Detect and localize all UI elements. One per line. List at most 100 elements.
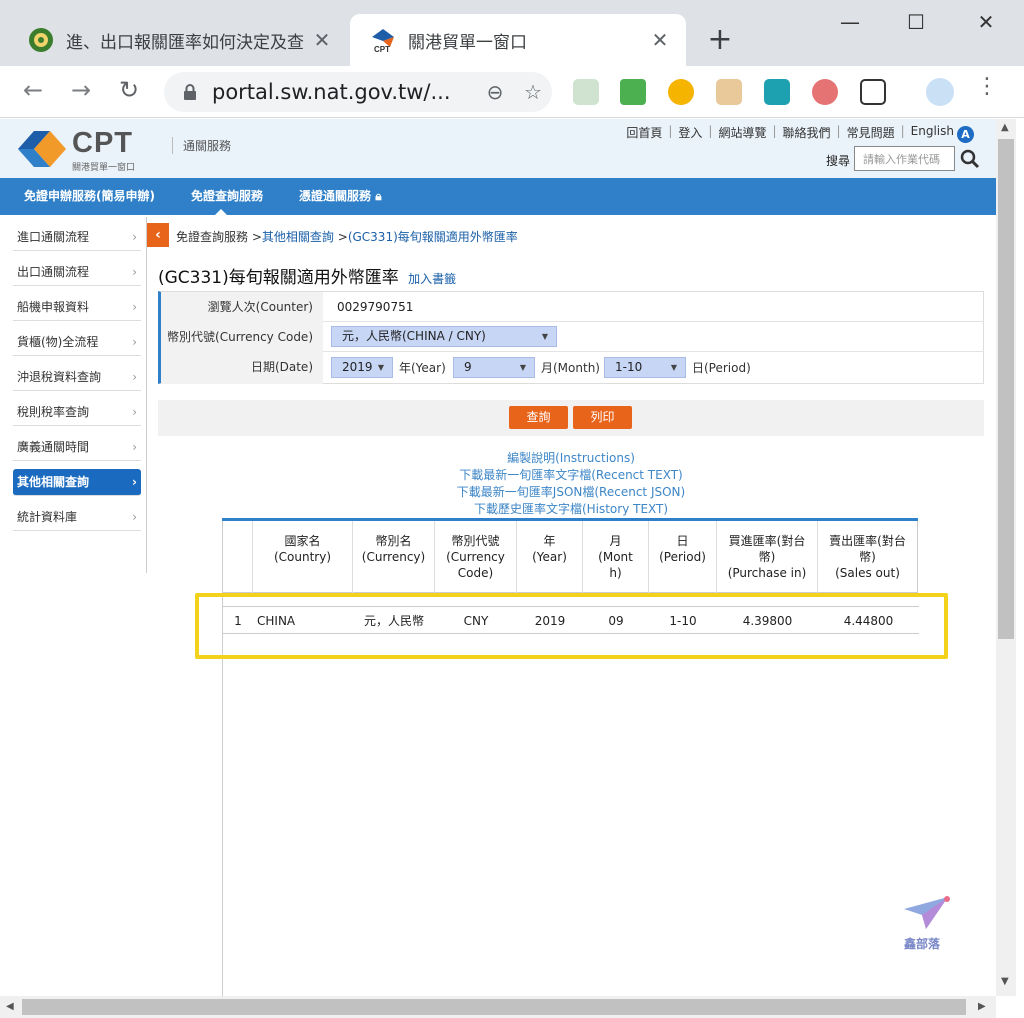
web-page: CPT 關港貿單一窗口 通關服務 回首頁 | 登入 | 網站導覽 | 聯絡我們 | 常見… — [0, 119, 996, 996]
extension-icon[interactable] — [764, 79, 790, 105]
nav-item-certificate-service[interactable]: 憑證通關服務 🔒︎ — [275, 178, 394, 215]
vertical-scroll-thumb[interactable] — [998, 139, 1014, 639]
currency-select-value: 元，人民幣(CHINA / CNY) — [342, 329, 486, 343]
header-line: (Year) — [532, 550, 567, 564]
sidebar-item-drawback-query[interactable]: 沖退稅資料查詢 › — [13, 364, 141, 391]
chevron-right-icon: › — [132, 370, 137, 384]
scroll-right-arrow-icon[interactable]: ▶ — [978, 1001, 986, 1012]
browser-tab-2[interactable]: CPT 關港貿單一窗口 ✕ — [350, 14, 686, 66]
top-links: 回首頁 | 登入 | 網站導覽 | 聯絡我們 | 常見問題 | English — [626, 124, 954, 141]
sidebar-item-clearance-time[interactable]: 廣義通關時間 › — [13, 434, 141, 461]
search-icon[interactable] — [958, 146, 982, 171]
browser-tab-1[interactable]: 進、出口報關匯率如何決定及查 ✕ — [8, 14, 348, 66]
minimize-button[interactable]: — — [830, 10, 870, 34]
table-header-index — [222, 521, 252, 593]
nav-label: 憑證通關服務 — [299, 189, 372, 203]
header-line: 月 — [609, 534, 622, 548]
month-select[interactable]: 9 ▼ — [453, 357, 535, 378]
currency-select[interactable]: 元，人民幣(CHINA / CNY) ▼ — [331, 326, 557, 347]
scroll-down-arrow-icon[interactable]: ▼ — [1001, 976, 1009, 987]
dropdown-arrow-icon: ▼ — [519, 363, 526, 372]
close-tab-icon[interactable]: ✕ — [310, 28, 334, 52]
forward-arrow-icon[interactable]: → — [66, 76, 96, 104]
extension-icon[interactable] — [812, 79, 838, 105]
extension-icon[interactable] — [716, 79, 742, 105]
back-chevron-button[interactable]: ‹ — [147, 223, 169, 247]
breadcrumb-home[interactable]: 免證查詢服務 — [176, 230, 248, 244]
sidebar-item-other-queries[interactable]: 其他相關查詢 › — [13, 469, 141, 496]
history-text-link[interactable]: 下載歷史匯率文字檔(History TEXT) — [158, 501, 984, 518]
top-link-faq[interactable]: 常見問題 — [847, 124, 895, 141]
extension-icon[interactable] — [573, 79, 599, 105]
vertical-scrollbar[interactable]: ▲ ▼ — [996, 119, 1016, 996]
new-tab-button[interactable]: + — [704, 22, 736, 57]
scroll-left-arrow-icon[interactable]: ◀ — [6, 1001, 14, 1012]
recent-text-link[interactable]: 下載最新一旬匯率文字檔(Recenct TEXT) — [158, 467, 984, 484]
back-arrow-icon[interactable]: ← — [18, 76, 48, 104]
browser-toolbar: ← → ↻ portal.sw.nat.gov.tw/... ⊖ ☆ ⋮ — [0, 66, 1024, 118]
address-bar[interactable]: portal.sw.nat.gov.tw/... ⊖ ☆ — [164, 72, 552, 112]
query-button[interactable]: 查詢 — [509, 406, 568, 429]
search-input[interactable]: 請輸入作業代碼 — [854, 146, 955, 171]
period-select[interactable]: 1-10 ▼ — [604, 357, 686, 378]
site-favicon-icon — [29, 28, 53, 52]
menu-dots-icon[interactable]: ⋮ — [972, 74, 1002, 99]
counter-label: 瀏覽人次(Counter) — [161, 292, 323, 322]
screenshot-icon[interactable] — [860, 79, 886, 105]
sidebar-item-export-flow[interactable]: 出口通關流程 › — [13, 259, 141, 286]
header-line: 幣) — [758, 550, 776, 564]
table-header-year: 年 (Year) — [516, 521, 582, 593]
tab-title: 關港貿單一窗口 — [408, 32, 527, 53]
horizontal-scroll-thumb[interactable] — [22, 999, 966, 1015]
chevron-right-icon: › — [132, 510, 137, 524]
year-select[interactable]: 2019 ▼ — [331, 357, 393, 378]
close-window-button[interactable]: ✕ — [966, 10, 1006, 34]
breadcrumb-level2[interactable]: 其他相關查詢 — [262, 230, 334, 244]
bookmark-star-icon[interactable]: ☆ — [514, 80, 552, 104]
top-link-sitemap[interactable]: 網站導覽 — [718, 124, 766, 141]
page-title: (GC331)每旬報關適用外幣匯率 — [158, 268, 399, 288]
nav-item-simple-application[interactable]: 免證申辦服務(簡易申辦) — [0, 178, 167, 215]
watermark-logo: 鑫部落 — [900, 895, 960, 955]
instructions-link[interactable]: 編製說明(Instructions) — [158, 450, 984, 467]
zoom-icon[interactable]: ⊖ — [476, 80, 514, 104]
print-button[interactable]: 列印 — [573, 406, 632, 429]
add-bookmark-link[interactable]: 加入書籤 — [408, 272, 456, 286]
table-header-sales: 賣出匯率(對台 幣) (Sales out) — [817, 521, 918, 593]
top-link-home[interactable]: 回首頁 — [626, 124, 662, 141]
sidebar-item-label: 統計資料庫 — [17, 510, 78, 524]
service-label: 通關服務 — [172, 137, 231, 154]
sidebar-item-import-flow[interactable]: 進口通關流程 › — [13, 224, 141, 251]
dropdown-arrow-icon: ▼ — [541, 332, 548, 341]
header-line: 國家名 — [284, 534, 321, 548]
close-tab-icon[interactable]: ✕ — [648, 28, 672, 52]
header-line: h) — [609, 566, 622, 580]
reload-icon[interactable]: ↻ — [114, 76, 144, 104]
recent-json-link[interactable]: 下載最新一旬匯率JSON檔(Recenct JSON) — [158, 484, 984, 501]
sidebar-item-tariff-query[interactable]: 稅則稅率查詢 › — [13, 399, 141, 426]
accessibility-badge[interactable]: A — [957, 126, 974, 143]
scroll-up-arrow-icon[interactable]: ▲ — [1001, 122, 1009, 133]
cpt-logo[interactable]: CPT 關港貿單一窗口 — [16, 127, 156, 173]
top-link-contact[interactable]: 聯絡我們 — [783, 124, 831, 141]
sidebar-item-statistics[interactable]: 統計資料庫 › — [13, 504, 141, 531]
extension-icon[interactable] — [668, 79, 694, 105]
chevron-right-icon: › — [132, 230, 137, 244]
sidebar-item-container-flow[interactable]: 貨櫃(物)全流程 › — [13, 329, 141, 356]
breadcrumb: 免證查詢服務 >其他相關查詢 >(GC331)每旬報關適用外幣匯率 — [176, 228, 518, 245]
svg-text:CPT: CPT — [374, 45, 390, 53]
top-link-english[interactable]: English — [911, 124, 954, 141]
extension-icon[interactable] — [620, 79, 646, 105]
horizontal-scrollbar[interactable]: ◀ ▶ — [0, 996, 996, 1018]
top-link-login[interactable]: 登入 — [678, 124, 702, 141]
chevron-right-icon: › — [132, 475, 137, 489]
maximize-button[interactable]: ☐ — [896, 10, 936, 34]
month-select-value: 9 — [464, 360, 472, 374]
profile-avatar[interactable] — [926, 78, 954, 106]
date-label: 日期(Date) — [161, 352, 323, 384]
sidebar-item-vessel-data[interactable]: 船機申報資料 › — [13, 294, 141, 321]
nav-item-query-service[interactable]: 免證查詢服務 — [167, 178, 275, 215]
dropdown-arrow-icon: ▼ — [670, 363, 677, 372]
breadcrumb-level3[interactable]: (GC331)每旬報關適用外幣匯率 — [348, 230, 518, 244]
form-row-date: 日期(Date) 2019 ▼ 年(Year) 9 ▼ 月(Month) 1-10 ▼… — [161, 352, 984, 384]
